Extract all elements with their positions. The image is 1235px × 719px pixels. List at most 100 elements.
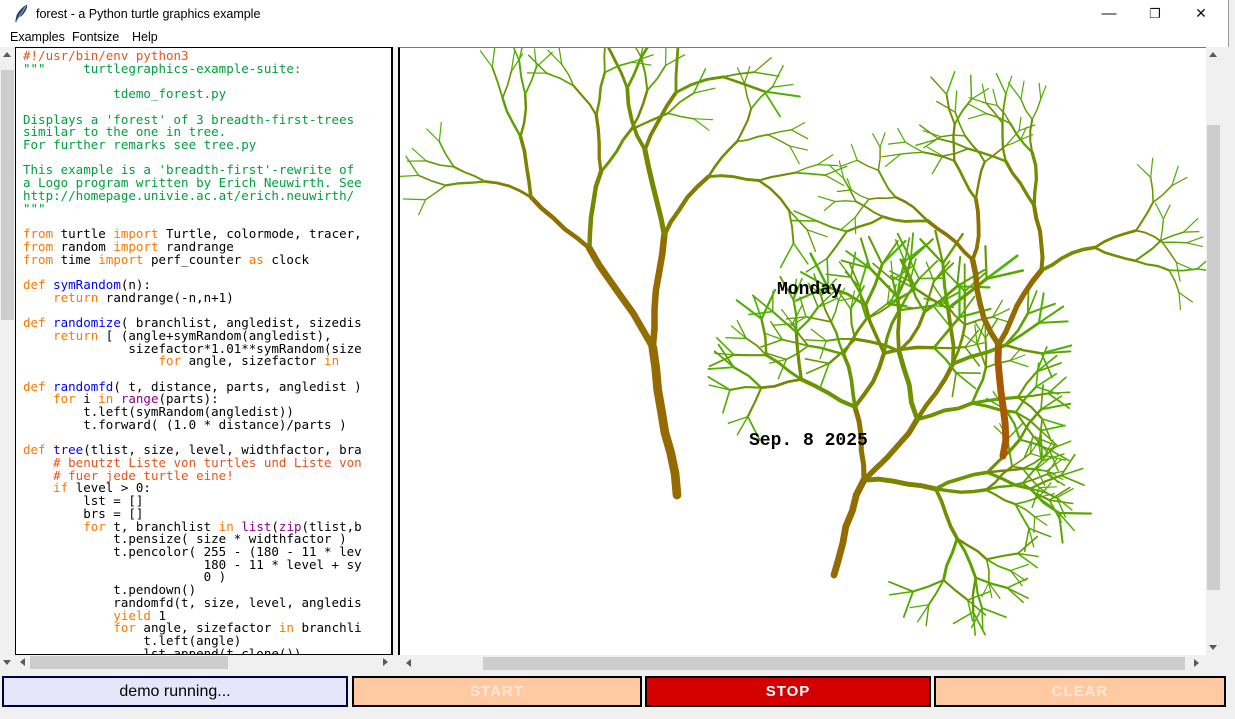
clear-button[interactable]: CLEAR [934, 676, 1226, 707]
menu-examples[interactable]: Examples [6, 28, 69, 46]
tree-branch [708, 367, 733, 369]
tree-branch [1025, 528, 1029, 551]
tree-branch [791, 123, 804, 130]
tree-branch [1162, 242, 1176, 262]
tree-branch [589, 172, 601, 249]
tree-branch [972, 403, 1016, 412]
tree-branch [847, 217, 883, 232]
tree-branch [985, 246, 986, 279]
tree-branch [521, 94, 526, 136]
tree-branch [976, 578, 982, 608]
canvas-hscroll-thumb[interactable] [483, 657, 1185, 670]
scroll-up-icon[interactable] [3, 52, 11, 57]
tree-branch [439, 142, 454, 167]
tree-branch [1136, 231, 1162, 243]
tree-branch [653, 347, 677, 495]
tree-branch [1136, 202, 1153, 230]
tree-branch [944, 539, 958, 581]
tree-branch [880, 133, 885, 147]
tree-branch [956, 373, 975, 389]
close-button[interactable]: ✕ [1184, 0, 1218, 27]
scroll-right-icon[interactable] [1194, 659, 1199, 667]
canvas-hscrollbar[interactable] [400, 656, 1206, 671]
tree-branch [668, 113, 694, 118]
tree-branch [1042, 248, 1095, 271]
stop-button[interactable]: STOP [645, 676, 931, 707]
tree-branch [910, 605, 929, 608]
tree-branch [948, 308, 954, 363]
tree-branch [982, 608, 1006, 617]
tree-branch [957, 539, 987, 560]
menu-help[interactable]: Help [128, 28, 162, 46]
turtle-canvas[interactable]: MondaySep. 8 2025 [400, 48, 1206, 655]
scroll-right-icon[interactable] [383, 658, 388, 666]
tree-branch [1179, 293, 1192, 303]
canvas-vscroll-thumb[interactable] [1207, 125, 1220, 590]
tree-branch [795, 173, 825, 175]
tree-branch [923, 131, 941, 137]
menu-bar: Examples Fontsize Help [0, 27, 1228, 47]
tree-branch [964, 335, 978, 344]
scroll-left-icon[interactable] [20, 658, 25, 666]
scroll-left-icon[interactable] [406, 659, 411, 667]
start-button[interactable]: START [352, 676, 642, 707]
tree-branch [1012, 454, 1030, 467]
tree-branch [1018, 393, 1048, 397]
code-line: tdemo_forest.py [23, 88, 362, 101]
bottom-bar: demo running... START STOP CLEAR [0, 674, 1229, 710]
tree-branch [708, 142, 737, 177]
tree-branch [867, 304, 888, 319]
code-editor[interactable]: #!/usr/bin/env python3""" turtlegraphics… [23, 50, 362, 655]
tree-branch [805, 359, 829, 364]
tree-branch [986, 103, 1003, 123]
scroll-down-icon[interactable] [3, 660, 11, 665]
tree-branch [957, 257, 960, 286]
tree-branch [596, 73, 605, 116]
tree-branch [864, 479, 936, 489]
tree-branch [1034, 206, 1042, 271]
scroll-up-icon[interactable] [1209, 52, 1217, 57]
code-vscrollbar[interactable] [0, 47, 15, 670]
tree-branch [737, 321, 746, 339]
minimize-button[interactable]: — [1092, 0, 1126, 27]
tree-branch [676, 48, 678, 93]
tree-branch [1019, 117, 1021, 131]
menu-fontsize[interactable]: Fontsize [68, 28, 123, 46]
tree-branch [1095, 231, 1136, 248]
tree-branch [899, 312, 925, 351]
tree-branch [976, 162, 985, 199]
canvas-vscrollbar[interactable] [1206, 47, 1221, 655]
tree-branch [737, 109, 751, 142]
tree-branch [987, 554, 1018, 560]
tree-branch [492, 67, 502, 98]
tree-branch [878, 170, 895, 197]
tree-branch [1169, 270, 1179, 292]
tree-branch [1184, 232, 1199, 233]
maximize-button[interactable]: ❐ [1138, 0, 1172, 27]
code-hscroll-thumb[interactable] [30, 656, 228, 669]
tree-branch [529, 55, 547, 73]
tree-branch [857, 160, 878, 170]
code-line: t.forward( (1.0 * distance)/parts ) [23, 419, 362, 432]
code-pane: #!/usr/bin/env python3""" turtlegraphics… [15, 47, 393, 655]
tree-branch [694, 119, 713, 120]
tree-branch [947, 72, 955, 95]
scroll-down-icon[interactable] [1209, 645, 1217, 650]
tree-branch [723, 77, 764, 92]
tree-branch [694, 119, 709, 131]
tree-branch [1176, 262, 1192, 269]
tree-branch [1176, 262, 1180, 281]
tree-branch [818, 196, 835, 201]
tree-branch [406, 156, 419, 175]
tree-branch [606, 48, 627, 88]
status-field: demo running... [2, 676, 348, 707]
code-hscrollbar[interactable] [15, 655, 393, 670]
tree-branch [1019, 125, 1035, 131]
tree-branch [1187, 237, 1203, 243]
tree-branch [596, 115, 601, 172]
tree-branch [818, 155, 833, 165]
tree-branch [723, 72, 754, 77]
tree-branch [855, 218, 856, 234]
tree-branch [807, 230, 815, 252]
code-vscroll-thumb[interactable] [1, 70, 14, 320]
